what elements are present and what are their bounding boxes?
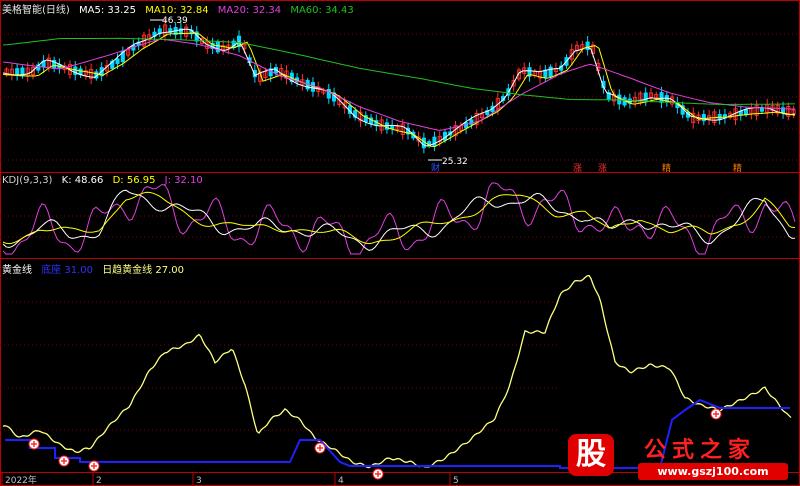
chart-frame	[0, 0, 800, 486]
gold-title: 黄金线	[2, 265, 32, 276]
event-marker: 涨	[573, 163, 582, 174]
kdj-k-label: K: 48.66	[61, 175, 104, 186]
low-price-label: 25.32	[442, 157, 468, 167]
x-tick-label: 4	[338, 476, 344, 486]
candle	[421, 137, 426, 149]
candle	[115, 58, 120, 64]
kdj-j-label: J: 32.10	[164, 175, 203, 186]
event-marker: 精	[733, 162, 742, 174]
kdj-title: KDJ(9,3,3)	[2, 175, 53, 186]
ma10-label: MA10: 32.84	[145, 5, 209, 16]
main-header: 美格智能(日线) MA5: 33.25 MA10: 32.84 MA20: 32…	[2, 1, 360, 16]
kdj-k-line	[2, 189, 796, 251]
ma20-label: MA20: 32.34	[217, 5, 282, 16]
watermark-url: www.gszj100.com	[638, 463, 788, 480]
candle	[390, 125, 395, 130]
gold-line-label: 日趋黄金线 27.00	[102, 265, 184, 276]
x-tick-label: 3	[196, 476, 202, 486]
event-marker: 涨	[598, 163, 607, 174]
base-line-label: 底座 31.00	[41, 265, 93, 276]
watermark-text: 公式之家	[644, 438, 757, 463]
candle	[543, 69, 548, 78]
stock-title: 美格智能(日线)	[2, 5, 70, 16]
high-price-label: 46.39	[162, 16, 188, 26]
watermark-brand-icon: 股	[568, 434, 614, 476]
candle	[701, 114, 706, 122]
ma60-label: MA60: 34.43	[290, 5, 354, 16]
candle	[157, 28, 162, 34]
candle	[659, 92, 664, 103]
candle	[15, 68, 20, 76]
candle	[464, 122, 469, 129]
stock-chart[interactable]: 46.39 25.32财 涨 涨 精 精 2022年 2 3 4 5	[0, 0, 800, 486]
x-tick-label: 5	[453, 476, 459, 486]
chart-window: 46.39 25.32 财 涨 涨 精 精 2022年 2 3 4 5 美格智能(日线) MA5: 3…	[0, 0, 800, 486]
gold-header: 黄金线 底座 31.00 日趋黄金线 27.00	[2, 261, 190, 276]
candle	[548, 66, 553, 78]
ma5-label: MA5: 33.25	[79, 5, 137, 16]
kdj-header: KDJ(9,3,3) K: 48.66 D: 56.95 J: 32.10	[2, 175, 209, 186]
kdj-j-line	[2, 182, 796, 255]
event-marker: 精	[662, 162, 671, 174]
event-marker: 财	[431, 162, 440, 174]
x-tick-label: 2	[96, 476, 102, 486]
x-tick-label: 2022年	[5, 474, 37, 486]
watermark: 股 公式之家 www.gszj100.com	[562, 432, 798, 484]
kdj-d-label: D: 56.95	[112, 175, 156, 186]
